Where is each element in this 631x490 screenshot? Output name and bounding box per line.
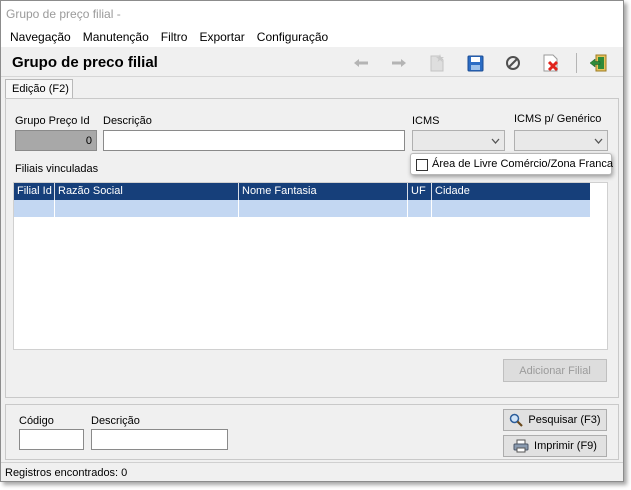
menu-navegacao[interactable]: Navegação xyxy=(5,27,78,47)
icms-label: ICMS xyxy=(412,115,440,127)
main-window: Grupo de preço filial - Navegação Manute… xyxy=(0,0,624,482)
cell-uf xyxy=(408,200,432,217)
exit-icon[interactable] xyxy=(587,52,609,74)
cancel-icon[interactable] xyxy=(502,52,524,74)
status-text: Registros encontrados: 0 xyxy=(5,467,128,479)
status-bar: Registros encontrados: 0 xyxy=(1,462,623,481)
chevron-down-icon xyxy=(594,135,603,147)
filiais-label: Filiais vinculadas xyxy=(15,163,99,175)
menu-configuracao[interactable]: Configuração xyxy=(252,27,335,47)
grid-header: Filial Id Razão Social Nome Fantasia UF … xyxy=(14,183,590,200)
icms-select[interactable] xyxy=(412,130,505,151)
codigo-search-field[interactable] xyxy=(19,429,84,450)
area-livre-checkbox[interactable] xyxy=(416,159,428,171)
page-title: Grupo de preco filial xyxy=(12,54,158,71)
cell-cidade xyxy=(432,200,590,217)
title-bar: Grupo de preço filial - xyxy=(1,1,623,27)
menu-manutencao[interactable]: Manutenção xyxy=(78,27,156,47)
search-icon xyxy=(509,413,524,427)
back-arrow-icon[interactable] xyxy=(350,52,372,74)
delete-icon[interactable] xyxy=(540,52,562,74)
header-bar: Grupo de preco filial xyxy=(1,48,623,77)
menu-bar: Navegação Manutenção Filtro Exportar Con… xyxy=(1,27,623,47)
table-row[interactable] xyxy=(14,200,590,217)
area-livre-label: Área de Livre Comércio/Zona Franca xyxy=(432,158,613,170)
descricao-search-field[interactable] xyxy=(91,429,228,450)
tab-strip: Edição (F2) xyxy=(1,78,623,99)
descricao-search-label: Descrição xyxy=(91,415,140,427)
imprimir-button[interactable]: Imprimir (F9) xyxy=(503,435,607,457)
printer-icon xyxy=(513,439,529,453)
imprimir-label: Imprimir (F9) xyxy=(534,440,597,452)
col-nome-fantasia[interactable]: Nome Fantasia xyxy=(239,183,408,200)
chevron-down-icon xyxy=(491,135,500,147)
cell-razao-social xyxy=(55,200,239,217)
icms-generico-select[interactable] xyxy=(514,130,608,151)
window-title: Grupo de preço filial - xyxy=(6,7,121,21)
descricao-field[interactable] xyxy=(103,130,405,151)
save-icon[interactable] xyxy=(464,52,486,74)
col-filial-id[interactable]: Filial Id xyxy=(14,183,55,200)
forward-arrow-icon[interactable] xyxy=(388,52,410,74)
adicionar-filial-button[interactable]: Adicionar Filial xyxy=(503,359,607,382)
col-uf[interactable]: UF xyxy=(408,183,432,200)
filiais-grid: Filial Id Razão Social Nome Fantasia UF … xyxy=(13,182,608,350)
grupo-id-label: Grupo Preço Id xyxy=(15,115,90,127)
codigo-label: Código xyxy=(19,415,54,427)
search-panel: Código Descrição Pesquisar (F3) Imprimir… xyxy=(5,404,619,460)
col-razao-social[interactable]: Razão Social xyxy=(55,183,239,200)
area-livre-option[interactable]: Área de Livre Comércio/Zona Franca xyxy=(410,153,613,175)
pesquisar-label: Pesquisar (F3) xyxy=(528,414,601,426)
tab-edicao[interactable]: Edição (F2) xyxy=(5,79,73,99)
icms-generico-label: ICMS p/ Genérico xyxy=(514,113,602,125)
cell-nome-fantasia xyxy=(239,200,408,217)
descricao-label: Descrição xyxy=(103,115,152,127)
edit-panel: Grupo Preço Id 0 Descrição ICMS ICMS p/ … xyxy=(5,98,619,398)
cell-filial-id xyxy=(14,200,55,217)
grupo-id-field: 0 xyxy=(15,130,97,151)
col-cidade[interactable]: Cidade xyxy=(432,183,590,200)
menu-filtro[interactable]: Filtro xyxy=(156,27,195,47)
pesquisar-button[interactable]: Pesquisar (F3) xyxy=(503,409,607,431)
new-record-icon[interactable] xyxy=(426,52,448,74)
menu-exportar[interactable]: Exportar xyxy=(194,27,251,47)
toolbar-separator xyxy=(576,53,577,73)
